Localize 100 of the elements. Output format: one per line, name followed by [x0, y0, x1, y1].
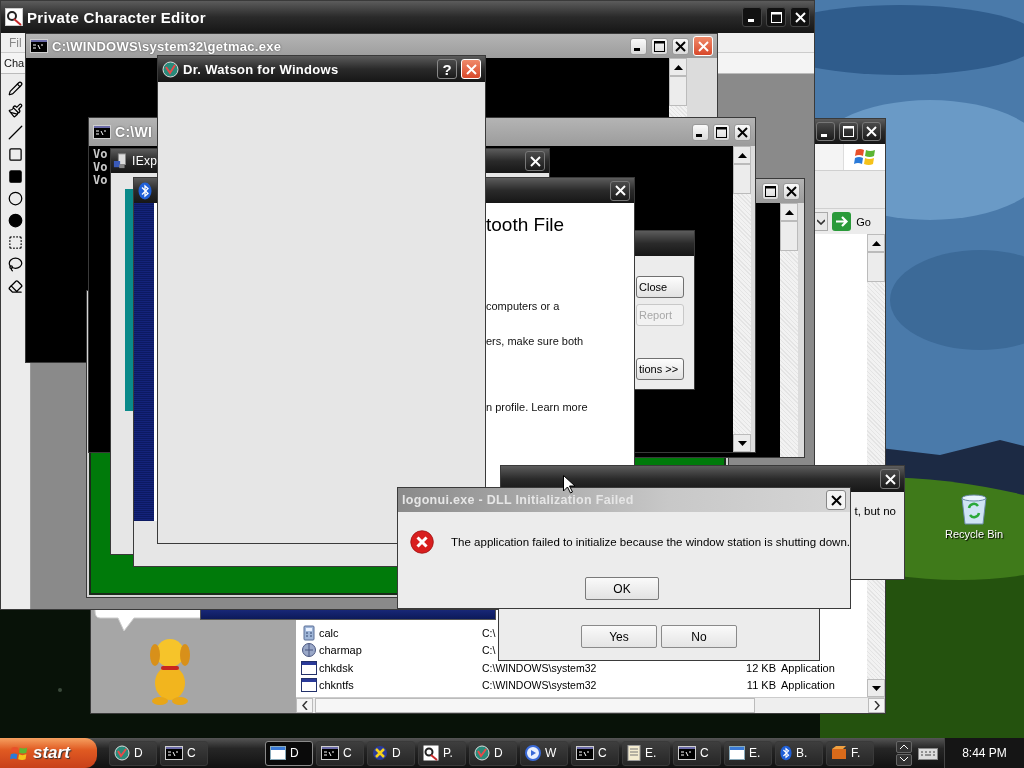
maximize-button[interactable] [839, 122, 858, 141]
scroll-thumb[interactable] [733, 164, 751, 194]
taskbar-button[interactable]: C [316, 740, 364, 766]
scroll-thumb[interactable] [315, 698, 755, 713]
file-name[interactable]: calc [301, 624, 482, 641]
close-button[interactable] [826, 490, 846, 510]
help-button[interactable]: ? [437, 59, 457, 79]
dialog-button[interactable]: tions >> [636, 358, 684, 380]
ok-button[interactable]: OK [585, 577, 659, 600]
windows-logo-icon [853, 147, 876, 167]
taskbar-button[interactable]: E. [724, 740, 772, 766]
scroll-thumb[interactable] [867, 252, 885, 282]
taskbar-button[interactable]: F. [826, 740, 874, 766]
taskbar-button[interactable]: P. [418, 740, 466, 766]
taskbar-button[interactable]: D [367, 740, 415, 766]
close-icon [675, 40, 686, 52]
taskbar-button[interactable]: C [673, 740, 721, 766]
go-button[interactable]: Go [832, 212, 871, 231]
scroll-up-button[interactable] [780, 203, 798, 221]
maximize-button[interactable] [651, 37, 668, 55]
filled-rectangle-icon[interactable] [7, 168, 24, 184]
dialog-text: t, but no [854, 505, 896, 517]
keyboard-icon[interactable] [918, 746, 938, 760]
horizontal-scrollbar[interactable] [296, 697, 885, 713]
filled-ellipse-icon[interactable] [7, 212, 24, 228]
taskbar-button[interactable]: D [109, 740, 157, 766]
taskbar-button[interactable]: D [265, 740, 313, 766]
up-arrow-icon [673, 64, 683, 70]
taskbar-button[interactable]: E. [622, 740, 670, 766]
close-button[interactable] [525, 151, 545, 171]
taskbar-button[interactable]: W [520, 740, 568, 766]
close-icon [614, 185, 626, 196]
cursor-icon [563, 475, 575, 494]
down-arrow-icon [737, 440, 747, 446]
minimize-button[interactable] [692, 123, 709, 141]
folder-cell: C:\WINDOWS\system32 [482, 661, 597, 674]
close-button[interactable] [672, 37, 689, 55]
dialog-button[interactable]: Yes [581, 625, 657, 648]
rectangle-icon[interactable] [7, 146, 24, 162]
scroll-down-button[interactable] [733, 434, 751, 452]
close-icon [866, 126, 877, 137]
window-icon [270, 746, 286, 760]
close-icon [830, 494, 842, 506]
maximize-button[interactable] [713, 123, 730, 141]
box-icon [831, 745, 847, 761]
minimize-button[interactable] [742, 7, 762, 27]
bluetooth-icon [780, 745, 792, 761]
scrollbar[interactable] [733, 146, 751, 452]
up-arrow-icon [784, 209, 794, 215]
recycle-bin-icon [959, 493, 989, 525]
dialog-button[interactable]: Close [636, 276, 684, 298]
ellipse-icon[interactable] [7, 190, 24, 206]
lasso-icon[interactable] [7, 256, 24, 272]
dialog-button[interactable]: No [661, 625, 737, 648]
close-button[interactable] [880, 469, 900, 489]
console-line: Vo [93, 174, 108, 187]
scroll-up-button[interactable] [896, 740, 912, 753]
close-icon [737, 126, 748, 138]
window-icon [729, 746, 745, 760]
brush-icon[interactable] [7, 102, 24, 118]
maximize-button[interactable] [766, 7, 786, 27]
start-button[interactable]: start [0, 738, 97, 768]
close-button[interactable] [734, 123, 751, 141]
scroll-right-button[interactable] [868, 698, 885, 713]
close-button[interactable] [783, 182, 800, 200]
taskbar-button[interactable]: B. [775, 740, 823, 766]
taskbar-button[interactable]: C [160, 740, 208, 766]
scroll-up-button[interactable] [669, 58, 687, 76]
scroll-thumb[interactable] [780, 221, 798, 251]
selection-icon[interactable] [7, 234, 24, 250]
desktop-icon-label: Recycle Bin [944, 528, 1004, 540]
line-icon[interactable] [7, 124, 24, 140]
scrollbar[interactable] [780, 203, 798, 457]
maximize-button[interactable] [762, 182, 779, 200]
file-name[interactable]: charmap [301, 642, 482, 659]
close-button[interactable] [790, 7, 810, 27]
size-cell-text: 12 KB [745, 661, 776, 674]
pencil-icon[interactable] [7, 80, 24, 96]
scroll-left-button[interactable] [296, 698, 313, 713]
eraser-icon[interactable] [7, 278, 24, 294]
close-button[interactable] [610, 180, 630, 201]
console-line: Vo [93, 161, 108, 174]
maximize-icon [765, 185, 776, 197]
scroll-up-button[interactable] [867, 234, 885, 252]
taskbar-button[interactable]: D [469, 740, 517, 766]
scroll-down-button[interactable] [867, 679, 885, 697]
chevron-down-icon [817, 218, 826, 225]
type-cell-text: Application [780, 679, 836, 692]
desktop-icon[interactable]: Recycle Bin [934, 493, 1014, 540]
minimize-button[interactable] [816, 122, 835, 141]
close-button[interactable] [862, 122, 881, 141]
folder-cell: C:\WINDOWS\system32 [482, 679, 597, 692]
scroll-thumb[interactable] [669, 76, 687, 106]
file-name[interactable]: chkntfs [301, 677, 482, 694]
scroll-up-button[interactable] [733, 146, 751, 164]
console-icon [678, 746, 696, 760]
minimize-button[interactable] [630, 37, 647, 55]
file-name[interactable]: chkdsk [301, 659, 482, 676]
taskbar-button[interactable]: C [571, 740, 619, 766]
scroll-down-button[interactable] [896, 753, 912, 766]
